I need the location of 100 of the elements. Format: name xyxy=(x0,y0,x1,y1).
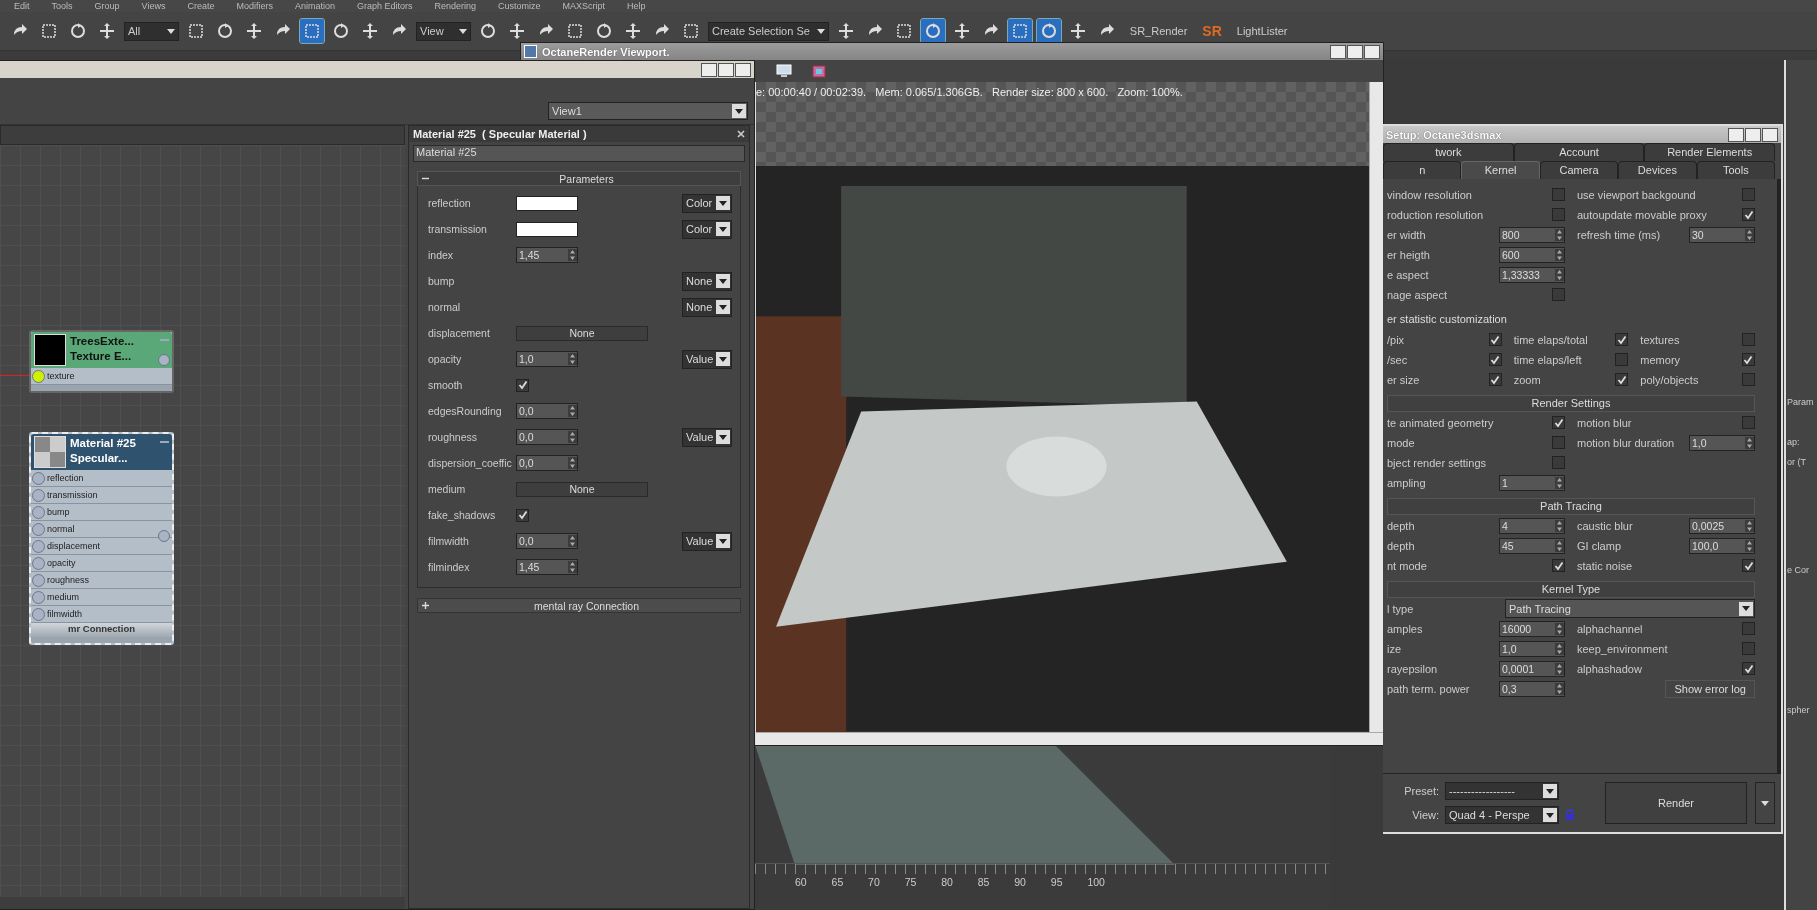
monitor-icon[interactable] xyxy=(776,63,792,78)
spinner-arrows-icon[interactable] xyxy=(568,561,577,573)
spinner-arrows-icon[interactable] xyxy=(568,249,577,261)
menu-item[interactable]: Create xyxy=(187,1,215,11)
spinner-arrows-icon[interactable] xyxy=(568,457,577,469)
checkbox[interactable] xyxy=(1552,416,1565,429)
menu-item[interactable]: Edit xyxy=(14,1,30,11)
input-socket-icon[interactable] xyxy=(32,608,45,621)
input-socket-icon[interactable] xyxy=(32,472,45,485)
spinner-field[interactable]: 30 xyxy=(1689,226,1755,243)
input-socket-icon[interactable] xyxy=(32,574,45,587)
tab[interactable]: Camera xyxy=(1539,161,1619,179)
rollout-header[interactable]: Kernel Type xyxy=(1387,581,1755,598)
spinner-field[interactable]: 16000 xyxy=(1499,620,1565,637)
maximize-icon[interactable] xyxy=(718,62,734,77)
rollout-header[interactable]: Render Settings xyxy=(1387,395,1755,412)
spinner-field[interactable]: 0,0001 xyxy=(1499,660,1565,677)
spinner-field[interactable]: 1,33333 xyxy=(1499,266,1565,283)
input-socket-icon[interactable] xyxy=(32,591,45,604)
close-icon[interactable] xyxy=(1364,44,1380,59)
close-icon[interactable] xyxy=(735,62,751,77)
checkbox[interactable] xyxy=(1488,333,1502,346)
rollout-header[interactable]: Path Tracing xyxy=(1387,498,1755,515)
spinner-field[interactable]: 0,0 xyxy=(516,403,578,419)
node-slot[interactable]: reflection xyxy=(31,470,172,487)
tab[interactable]: n xyxy=(1383,161,1462,179)
checkbox[interactable] xyxy=(1488,373,1502,386)
menu-item[interactable]: Graph Editors xyxy=(356,1,413,11)
material-node[interactable]: TreesExte... Texture E... texture xyxy=(29,330,174,393)
menu-item[interactable]: Modifiers xyxy=(236,1,273,11)
spinner-arrows-icon[interactable] xyxy=(568,353,577,365)
mode-dropdown[interactable]: Value xyxy=(682,427,732,447)
mode-dropdown[interactable]: Color xyxy=(682,219,732,239)
tab[interactable]: Tools xyxy=(1696,161,1776,179)
spinner-field[interactable]: 600 xyxy=(1499,246,1565,263)
checkbox[interactable] xyxy=(1742,622,1755,635)
toolbar-button[interactable] xyxy=(1036,19,1061,43)
checkbox[interactable] xyxy=(1615,333,1629,346)
material-node[interactable]: Material #25 Specular... reflection transmission bump normal displacement opacity roughness medium filmwidth mr Connection xyxy=(29,432,174,645)
tab[interactable]: Render Elements xyxy=(1644,143,1775,161)
checkbox[interactable] xyxy=(1742,642,1755,655)
spinner-field[interactable]: 1,0 xyxy=(1499,640,1565,657)
menu-item[interactable]: Customize xyxy=(498,1,541,11)
material-name-field[interactable]: Material #25 xyxy=(413,145,745,162)
show-error-log-button[interactable]: Show error log xyxy=(1665,679,1755,698)
checkbox[interactable] xyxy=(1552,559,1565,572)
toolbar-label-button[interactable]: LightLister xyxy=(1230,25,1294,37)
minimize-icon[interactable] xyxy=(701,62,717,77)
rollout-header[interactable]: Parameters xyxy=(417,171,741,186)
spinner-arrows-icon[interactable] xyxy=(1555,642,1564,655)
tab[interactable]: Kernel xyxy=(1461,161,1540,179)
checkbox[interactable] xyxy=(1552,188,1565,201)
spinner-arrows-icon[interactable] xyxy=(1745,228,1754,241)
spinner-field[interactable]: 1 xyxy=(1499,474,1565,491)
node-slot[interactable]: transmission xyxy=(31,487,172,504)
spinner-field[interactable]: 1,0 xyxy=(1689,434,1755,451)
spinner-field[interactable]: 0,0 xyxy=(516,533,578,549)
spinner-arrows-icon[interactable] xyxy=(1745,519,1754,532)
spinner-arrows-icon[interactable] xyxy=(1555,519,1564,532)
spinner-field[interactable]: 45 xyxy=(1499,537,1565,554)
spinner-arrows-icon[interactable] xyxy=(1555,662,1564,675)
spinner-arrows-icon[interactable] xyxy=(1555,476,1564,489)
menu-item[interactable]: Help xyxy=(627,1,646,11)
spinner-field[interactable]: 0,0 xyxy=(516,429,578,445)
checkbox[interactable] xyxy=(1488,353,1502,366)
spinner-arrows-icon[interactable] xyxy=(568,405,577,417)
map-button[interactable]: None xyxy=(516,481,648,497)
node-slot[interactable]: bump xyxy=(31,504,172,521)
spinner-arrows-icon[interactable] xyxy=(1555,622,1564,635)
checkbox[interactable] xyxy=(1742,353,1755,366)
checkbox[interactable] xyxy=(1742,662,1755,675)
node-slot[interactable]: roughness xyxy=(31,572,172,589)
checkbox[interactable] xyxy=(1615,373,1629,386)
input-socket-icon[interactable] xyxy=(32,489,45,502)
spinner-arrows-icon[interactable] xyxy=(568,431,577,443)
input-socket-icon[interactable] xyxy=(32,540,45,553)
spinner-field[interactable]: 100,0 xyxy=(1689,537,1755,554)
mode-dropdown[interactable]: Value xyxy=(682,531,732,551)
spinner-arrows-icon[interactable] xyxy=(1555,682,1564,695)
mode-dropdown[interactable]: None xyxy=(682,297,732,317)
input-socket-icon[interactable] xyxy=(32,557,45,570)
checkbox[interactable] xyxy=(1615,353,1629,366)
toolbar-dropdown[interactable]: View xyxy=(416,21,471,41)
node-slot[interactable]: medium xyxy=(31,589,172,606)
checkbox[interactable] xyxy=(1552,208,1565,221)
checkbox[interactable] xyxy=(1742,559,1755,572)
checkbox[interactable] xyxy=(1552,288,1565,301)
checkbox[interactable] xyxy=(1742,333,1755,346)
spinner-field[interactable]: 1,0 xyxy=(516,351,578,367)
checkbox[interactable] xyxy=(1552,456,1565,469)
active-viewport-dropdown[interactable]: Quad 4 - Perspe xyxy=(1445,806,1559,824)
spinner-arrows-icon[interactable] xyxy=(568,535,577,547)
spinner-arrows-icon[interactable] xyxy=(1555,248,1564,261)
input-socket-icon[interactable] xyxy=(32,523,45,536)
menu-item[interactable]: Views xyxy=(141,1,166,11)
toolbar-button[interactable] xyxy=(1007,19,1032,43)
kernel-type-dropdown[interactable]: Path Tracing xyxy=(1505,599,1755,618)
map-button[interactable]: None xyxy=(516,325,648,341)
spinner-field[interactable]: 1,45 xyxy=(516,247,578,263)
spinner-field[interactable]: 4 xyxy=(1499,517,1565,534)
